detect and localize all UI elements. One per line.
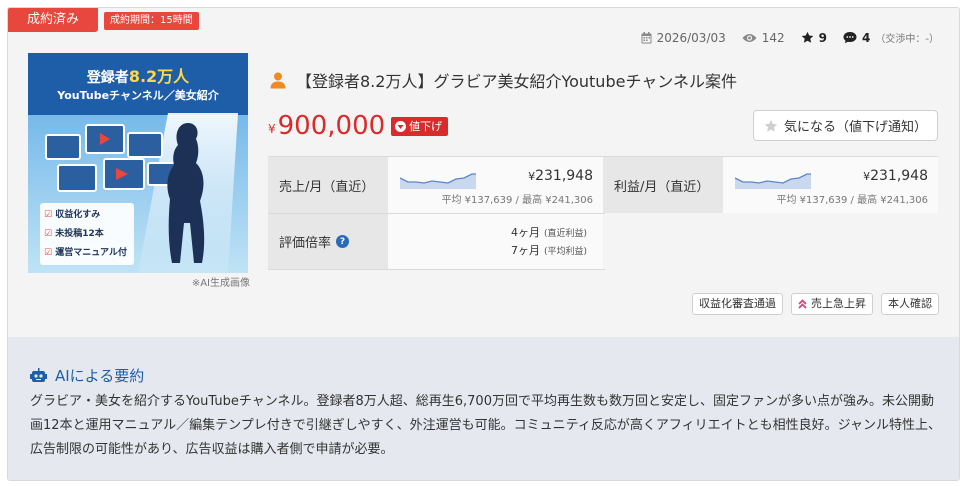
favorites-meta: 9 xyxy=(801,31,827,45)
profit-value: ¥231,948 xyxy=(863,168,928,184)
profit-label: 利益/月（直近） xyxy=(603,157,723,213)
comment-icon xyxy=(843,32,857,44)
thumbnail-caption: ※AI生成画像 xyxy=(191,278,250,289)
negotiation-status: （交渉中：-） xyxy=(875,34,939,45)
watch-button-label: 気になる（値下げ通知） xyxy=(783,120,927,135)
eye-icon xyxy=(742,33,757,42)
profit-sparkline xyxy=(735,173,811,189)
check-item: ☑ 未投稿12本 xyxy=(44,229,104,239)
star-icon xyxy=(801,31,813,43)
sales-sparkline xyxy=(400,173,476,189)
user-icon xyxy=(270,72,286,88)
listing-meta: 2026/03/03 142 9 4 （交渉中：-） xyxy=(641,30,939,45)
check-item: ☑ 運営マニュアル付 xyxy=(44,248,127,258)
listing-title-row[interactable]: 【登録者8.2万人】グラビア美女紹介Youtubeチャンネル案件 xyxy=(270,68,737,92)
tag-monetization[interactable]: 収益化審査通過 xyxy=(692,293,783,315)
price-currency: ¥ xyxy=(268,122,276,136)
ai-summary-heading-row: AIによる要約 xyxy=(30,365,144,386)
star-outline-icon xyxy=(764,119,778,132)
date-meta: 2026/03/03 xyxy=(641,31,726,45)
thumbnail-headline: 登録者8.2万人 xyxy=(86,67,190,86)
watch-button[interactable]: 気になる（値下げ通知） xyxy=(753,110,938,141)
tag-sales-surge[interactable]: 売上急上昇 xyxy=(791,293,873,315)
tag-identity-verified[interactable]: 本人確認 xyxy=(881,293,939,315)
metrics-row: 評価倍率 ? 4ヶ月 (直近利益) 7ヶ月 (平均利益) xyxy=(268,213,605,270)
listing-title[interactable]: 【登録者8.2万人】グラビア美女紹介Youtubeチャンネル案件 xyxy=(296,68,737,92)
profit-sub: 平均 ¥137,639 / 最高 ¥241,306 xyxy=(776,195,928,206)
sales-label: 売上/月（直近） xyxy=(268,157,388,213)
sales-value: ¥231,948 xyxy=(528,168,593,184)
multiple-recent: 4ヶ月 (直近利益) xyxy=(510,226,587,239)
views-meta: 142 xyxy=(742,31,785,45)
price-down-badge: 値下げ xyxy=(391,116,449,136)
calendar-icon xyxy=(641,31,652,43)
ai-summary-heading: AIによる要約 xyxy=(55,367,145,385)
listing-thumbnail[interactable]: 登録者8.2万人 YouTubeチャンネル／美女紹介 ☑ 収益化すみ ☑ 未投稿… xyxy=(28,53,248,273)
price-row: ¥ 900,000 値下げ xyxy=(268,111,449,141)
thumbnail-checklist: ☑ 収益化すみ ☑ 未投稿12本 ☑ 運営マニュアル付 xyxy=(44,206,127,263)
double-chevron-up-icon xyxy=(798,299,807,309)
view-count: 142 xyxy=(761,30,785,45)
comments-meta: 4 （交渉中：-） xyxy=(843,30,939,45)
listing-date: 2026/03/03 xyxy=(656,30,726,45)
listing-card[interactable]: 成約済み 成約期間：15時間 2026/03/03 142 9 4 （交渉中：-… xyxy=(7,7,960,481)
price-down-label: 値下げ xyxy=(409,119,443,133)
metrics-table: 売上/月（直近） ¥231,948 平均 ¥137,639 / 最高 ¥241,… xyxy=(268,156,938,270)
favorite-count: 9 xyxy=(818,30,828,45)
ai-summary-section: AIによる要約 グラビア・美女を紹介するYouTubeチャンネル。登録者8万人超… xyxy=(8,337,959,480)
ai-summary-text: グラビア・美女を紹介するYouTubeチャンネル。登録者8万人超、総再生6,70… xyxy=(30,394,941,457)
profit-cell: ¥231,948 平均 ¥137,639 / 最高 ¥241,306 xyxy=(723,157,938,213)
thumbnail-subline: YouTubeチャンネル／美女紹介 xyxy=(57,89,219,102)
sales-sub: 平均 ¥137,639 / 最高 ¥241,306 xyxy=(441,195,593,206)
check-item: ☑ 収益化すみ xyxy=(44,210,101,220)
price-amount: 900,000 xyxy=(277,111,386,141)
multiple-cell: 4ヶ月 (直近利益) 7ヶ月 (平均利益) xyxy=(388,214,603,269)
multiple-label-cell: 評価倍率 ? xyxy=(268,214,388,269)
tag-list: 収益化審査通過 売上急上昇 本人確認 xyxy=(692,293,939,315)
status-badge: 成約済み xyxy=(8,8,98,32)
period-badge: 成約期間：15時間 xyxy=(104,12,199,30)
help-icon[interactable]: ? xyxy=(336,235,350,248)
sales-cell: ¥231,948 平均 ¥137,639 / 最高 ¥241,306 xyxy=(388,157,603,213)
multiple-label: 評価倍率 xyxy=(279,236,332,251)
arrow-down-circle-icon xyxy=(395,120,407,132)
multiple-average: 7ヶ月 (平均利益) xyxy=(510,244,587,257)
comment-count: 4 xyxy=(862,30,871,45)
robot-icon xyxy=(30,368,47,382)
metrics-row: 売上/月（直近） ¥231,948 平均 ¥137,639 / 最高 ¥241,… xyxy=(268,156,938,213)
